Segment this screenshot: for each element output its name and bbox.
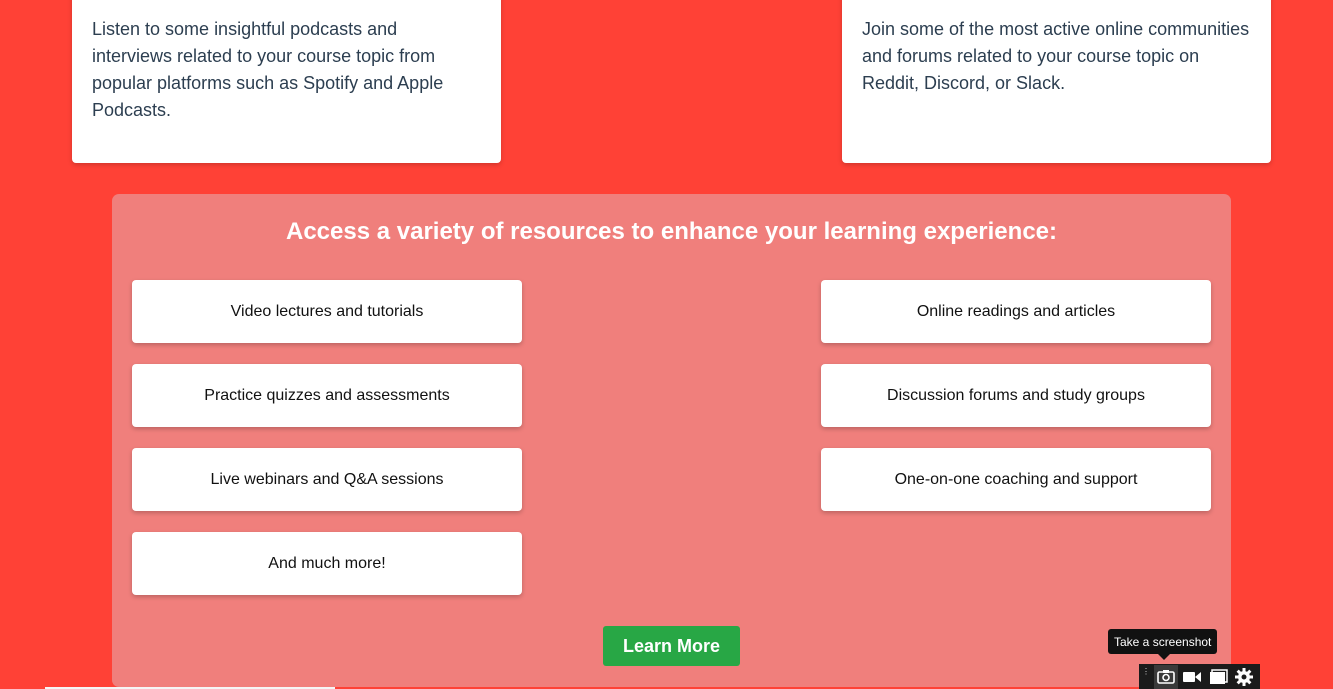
resource-item-practice-quizzes: Practice quizzes and assessments <box>132 364 522 427</box>
communities-card: Join some of the most active online comm… <box>842 0 1271 163</box>
communities-card-text: Join some of the most active online comm… <box>862 19 1250 93</box>
resources-title: Access a variety of resources to enhance… <box>286 218 1057 245</box>
resource-item-label: Discussion forums and study groups <box>887 386 1145 404</box>
resource-item-much-more: And much more! <box>132 532 522 595</box>
resource-item-discussion-forums: Discussion forums and study groups <box>821 364 1211 427</box>
resource-item-label: Video lectures and tutorials <box>230 302 424 320</box>
resource-item-online-readings: Online readings and articles <box>821 280 1211 343</box>
resource-item-label: Live webinars and Q&A sessions <box>210 470 444 488</box>
window-icon[interactable] <box>1206 665 1230 689</box>
camera-icon[interactable] <box>1154 664 1178 689</box>
resource-item-label: Practice quizzes and assessments <box>204 386 450 404</box>
resource-item-label: And much more! <box>268 554 386 572</box>
page: Listen to some insightful podcasts and i… <box>0 0 1333 689</box>
capture-toolbar: ⋮ <box>1139 664 1260 689</box>
video-camera-icon[interactable] <box>1180 665 1204 689</box>
resource-item-label: Online readings and articles <box>916 302 1116 320</box>
drag-grip-icon[interactable]: ⋮ <box>1142 667 1150 686</box>
resource-item-video-lectures: Video lectures and tutorials <box>132 280 522 343</box>
podcasts-card: Listen to some insightful podcasts and i… <box>72 0 501 163</box>
resource-item-live-webinars: Live webinars and Q&A sessions <box>132 448 522 511</box>
resources-panel: Access a variety of resources to enhance… <box>112 194 1231 687</box>
resource-item-coaching: One-on-one coaching and support <box>821 448 1211 511</box>
gear-icon[interactable] <box>1232 665 1256 689</box>
screenshot-tooltip: Take a screenshot <box>1108 629 1218 660</box>
learn-more-button[interactable]: Learn More <box>603 626 740 666</box>
resource-item-label: One-on-one coaching and support <box>894 470 1138 488</box>
podcasts-card-text: Listen to some insightful podcasts and i… <box>92 19 444 120</box>
